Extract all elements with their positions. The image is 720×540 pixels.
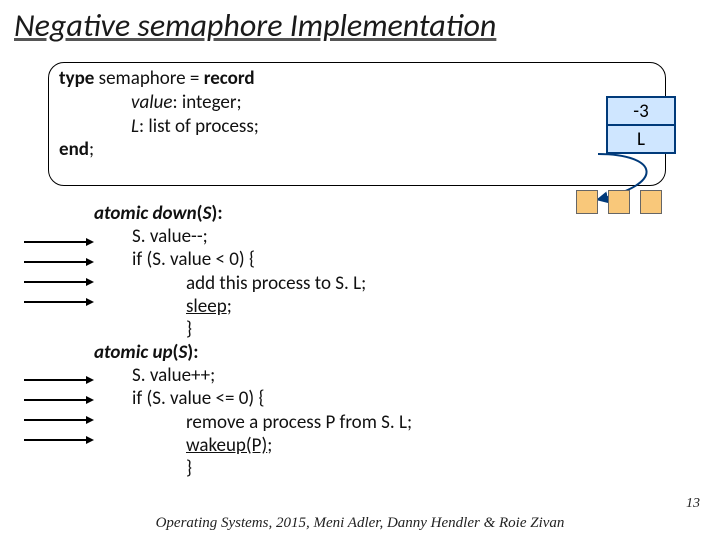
- slide-title: Negative semaphore Implementation: [0, 0, 720, 47]
- field-list-name: L: [131, 115, 139, 138]
- arrow-group-down: [24, 232, 104, 312]
- field-value-name: value: [131, 91, 172, 114]
- code-line: remove a process P from S. L;: [94, 411, 412, 434]
- type-head: type semaphore = record: [59, 67, 655, 91]
- arrow-group-up: [24, 370, 104, 450]
- code-line: if (S. value <= 0) {: [94, 387, 412, 410]
- process-boxes: [576, 190, 662, 214]
- up-header: atomic up(S):: [94, 341, 412, 364]
- type-mid: semaphore =: [94, 67, 203, 90]
- code-line: }: [94, 318, 412, 341]
- field-list-rest: : list of process;: [139, 115, 259, 138]
- code-line: if (S. value < 0) {: [94, 248, 412, 271]
- code-line: add this process to S. L;: [94, 272, 412, 295]
- slide-footer: Operating Systems, 2015, Meni Adler, Dan…: [0, 515, 720, 532]
- process-box: [640, 190, 662, 214]
- code-line: sleep;: [94, 295, 412, 318]
- code-line: S. value--;: [94, 225, 412, 248]
- pseudocode: atomic down(S): S. value--; if (S. value…: [94, 202, 412, 480]
- field-value-rest: : integer;: [172, 91, 241, 114]
- code-line: }: [94, 457, 412, 480]
- process-box: [576, 190, 598, 214]
- code-line: wakeup(P);: [94, 434, 412, 457]
- record-keyword: record: [204, 67, 255, 90]
- page-number: 13: [686, 496, 700, 512]
- code-line: S. value++;: [94, 364, 412, 387]
- field-value: value: integer;: [59, 91, 655, 115]
- type-keyword: type: [59, 67, 94, 90]
- process-box: [608, 190, 630, 214]
- down-header: atomic down(S):: [94, 202, 412, 225]
- field-list: L: list of process;: [59, 115, 655, 139]
- diagram-value-cell: -3: [607, 97, 675, 125]
